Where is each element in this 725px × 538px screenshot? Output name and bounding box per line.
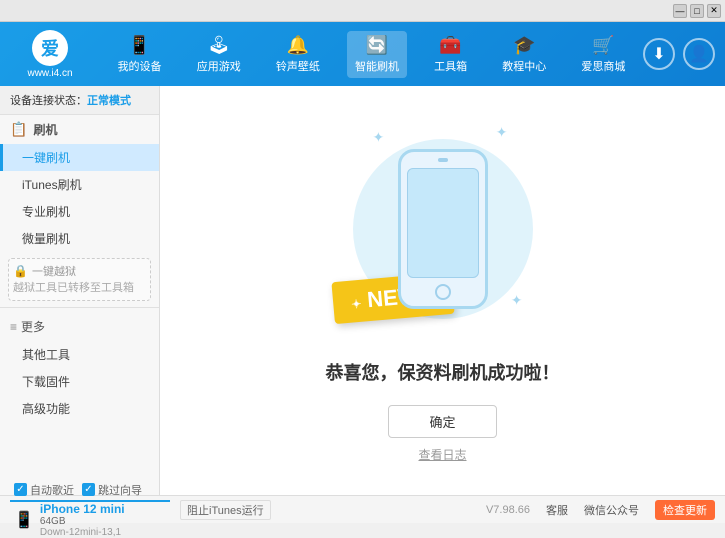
sidebar-section-more: ≡ 更多 bbox=[0, 312, 159, 341]
download-button[interactable]: ⬇ bbox=[643, 38, 675, 70]
phone-body bbox=[398, 149, 488, 309]
one-click-flash-label: 一键刷机 bbox=[22, 151, 70, 165]
sidebar-item-download-firmware[interactable]: 下载固件 bbox=[0, 368, 159, 395]
badge-prefix: ✦ bbox=[350, 296, 361, 311]
tutorial-icon: 🎓 bbox=[513, 35, 535, 56]
device-storage: 64GB bbox=[40, 516, 125, 527]
download-firmware-label: 下载固件 bbox=[22, 375, 70, 389]
customer-service-link[interactable]: 客服 bbox=[546, 502, 568, 518]
phone-illustration: ✦ ✦ ✦ ✦ NEW ✦ bbox=[343, 119, 543, 339]
nav-tutorial[interactable]: 🎓 教程中心 bbox=[494, 31, 554, 78]
nav-bar: 📱 我的设备 🕹 应用游戏 🔔 铃声壁纸 🔄 智能刷机 🧰 工具箱 🎓 教程中心… bbox=[100, 31, 643, 78]
nav-apps-label: 应用游戏 bbox=[197, 58, 241, 74]
apps-icon: 🕹 bbox=[207, 35, 230, 56]
connection-status: 设备连接状态：正常模式 bbox=[0, 86, 159, 115]
sidebar-item-one-click-flash[interactable]: 一键刷机 bbox=[0, 144, 159, 171]
status-label: 设备连接状态： bbox=[10, 95, 87, 107]
logo-subtitle: www.i4.cn bbox=[27, 68, 72, 79]
ringtones-icon: 🔔 bbox=[287, 35, 309, 56]
bottom-left-section: ✓ 自动歌近 ✓ 跳过向导 📱 iPhone 12 mini 64GB Down… bbox=[10, 482, 170, 538]
main-content: ✦ ✦ ✦ ✦ NEW ✦ 恭喜您，保资料刷机成功啦！ 确定 查看日志 bbox=[160, 86, 725, 495]
sidebar-item-micro-flash[interactable]: 微量刷机 bbox=[0, 225, 159, 252]
sidebar-item-advanced[interactable]: 高级功能 bbox=[0, 395, 159, 422]
toolbox-icon: 🧰 bbox=[439, 35, 461, 56]
jailbreak-warning-message: 越狱工具已转移至工具箱 bbox=[13, 281, 146, 296]
skip-wizard-checkbox[interactable]: ✓ 跳过向导 bbox=[82, 482, 142, 498]
phone-home-button bbox=[435, 284, 451, 300]
sparkle-1: ✦ bbox=[373, 129, 385, 146]
bottom-right: V7.98.66 客服 微信公众号 检查更新 bbox=[486, 500, 715, 520]
auto-close-check: ✓ bbox=[14, 483, 27, 496]
nav-shop-label: 爱思商城 bbox=[581, 58, 625, 74]
nav-toolbox[interactable]: 🧰 工具箱 bbox=[426, 31, 475, 78]
maximize-button[interactable]: □ bbox=[690, 4, 704, 18]
status-value: 正常模式 bbox=[87, 95, 131, 107]
flash-section-icon: 📋 bbox=[10, 121, 27, 138]
jailbreak-warning-box: 🔒 一键越狱 越狱工具已转移至工具箱 bbox=[8, 258, 151, 301]
sparkle-2: ✦ bbox=[496, 124, 508, 141]
flash-icon: 🔄 bbox=[366, 35, 388, 56]
logo-icon: 爱 bbox=[32, 30, 68, 66]
sidebar-divider bbox=[0, 307, 159, 308]
jailbreak-locked-label: 一键越狱 bbox=[32, 263, 76, 279]
title-bar: — □ ✕ bbox=[0, 0, 725, 22]
itunes-running-toggle[interactable]: 阻止iTunes运行 bbox=[180, 500, 271, 520]
header-right: ⬇ 👤 bbox=[643, 38, 715, 70]
minimize-button[interactable]: — bbox=[673, 4, 687, 18]
auto-close-label: 自动歌近 bbox=[30, 482, 74, 498]
itunes-flash-label: iTunes刷机 bbox=[22, 178, 82, 192]
advanced-label: 高级功能 bbox=[22, 402, 70, 416]
device-model: Down-12mini-13,1 bbox=[40, 527, 125, 538]
wechat-official-link[interactable]: 微信公众号 bbox=[584, 502, 639, 518]
pro-flash-label: 专业刷机 bbox=[22, 205, 70, 219]
check-update-button[interactable]: 检查更新 bbox=[655, 500, 715, 520]
daily-log-link[interactable]: 查看日志 bbox=[418, 446, 466, 463]
confirm-button[interactable]: 确定 bbox=[388, 405, 496, 438]
nav-shop[interactable]: 🛒 爱思商城 bbox=[573, 31, 633, 78]
device-phone-icon: 📱 bbox=[14, 510, 34, 530]
device-info-row: 📱 iPhone 12 mini 64GB Down-12mini-13,1 bbox=[10, 500, 170, 538]
close-button[interactable]: ✕ bbox=[707, 4, 721, 18]
nav-toolbox-label: 工具箱 bbox=[434, 58, 467, 74]
sidebar: 设备连接状态：正常模式 📋 刷机 一键刷机 iTunes刷机 专业刷机 微量刷机… bbox=[0, 86, 160, 495]
lock-icon: 🔒 bbox=[13, 264, 28, 278]
nav-tutorial-label: 教程中心 bbox=[502, 58, 546, 74]
device-name: iPhone 12 mini bbox=[40, 502, 125, 516]
sidebar-item-itunes-flash[interactable]: iTunes刷机 bbox=[0, 171, 159, 198]
logo-area: 爱 www.i4.cn bbox=[10, 30, 90, 79]
sidebar-section-flash[interactable]: 📋 刷机 bbox=[0, 115, 159, 144]
checkboxes-row: ✓ 自动歌近 ✓ 跳过向导 bbox=[10, 482, 170, 498]
sparkle-3: ✦ bbox=[511, 292, 523, 309]
nav-my-device-label: 我的设备 bbox=[118, 58, 162, 74]
device-icon: 📱 bbox=[128, 35, 150, 56]
shop-icon: 🛒 bbox=[592, 35, 614, 56]
nav-my-device[interactable]: 📱 我的设备 bbox=[110, 31, 170, 78]
version-text: V7.98.66 bbox=[486, 504, 530, 516]
skip-wizard-check: ✓ bbox=[82, 483, 95, 496]
bottom-bar: ✓ 自动歌近 ✓ 跳过向导 📱 iPhone 12 mini 64GB Down… bbox=[0, 495, 725, 523]
auto-close-checkbox[interactable]: ✓ 自动歌近 bbox=[14, 482, 74, 498]
more-label: 更多 bbox=[21, 318, 45, 335]
other-tools-label: 其他工具 bbox=[22, 348, 70, 362]
success-message: 恭喜您，保资料刷机成功啦！ bbox=[326, 359, 560, 385]
device-details: iPhone 12 mini 64GB Down-12mini-13,1 bbox=[40, 502, 125, 538]
main-area: 设备连接状态：正常模式 📋 刷机 一键刷机 iTunes刷机 专业刷机 微量刷机… bbox=[0, 86, 725, 495]
user-button[interactable]: 👤 bbox=[683, 38, 715, 70]
sidebar-item-other-tools[interactable]: 其他工具 bbox=[0, 341, 159, 368]
header: 爱 www.i4.cn 📱 我的设备 🕹 应用游戏 🔔 铃声壁纸 🔄 智能刷机 … bbox=[0, 22, 725, 86]
more-icon: ≡ bbox=[10, 320, 17, 334]
sidebar-item-pro-flash[interactable]: 专业刷机 bbox=[0, 198, 159, 225]
nav-flash-label: 智能刷机 bbox=[355, 58, 399, 74]
micro-flash-label: 微量刷机 bbox=[22, 232, 70, 246]
phone-screen bbox=[407, 168, 479, 278]
nav-ringtones-label: 铃声壁纸 bbox=[276, 58, 320, 74]
bottom-center: 阻止iTunes运行 bbox=[170, 500, 486, 520]
skip-wizard-label: 跳过向导 bbox=[98, 482, 142, 498]
nav-apps-games[interactable]: 🕹 应用游戏 bbox=[189, 31, 249, 78]
nav-ringtones[interactable]: 🔔 铃声壁纸 bbox=[268, 31, 328, 78]
flash-section-label: 刷机 bbox=[33, 121, 57, 138]
nav-smart-flash[interactable]: 🔄 智能刷机 bbox=[347, 31, 407, 78]
